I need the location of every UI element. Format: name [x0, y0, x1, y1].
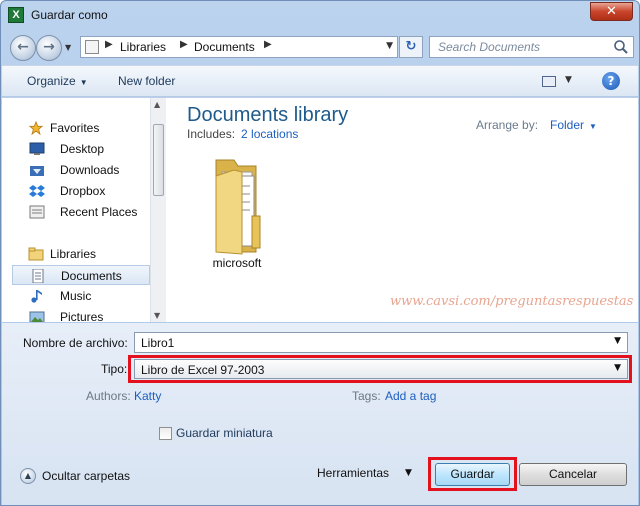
search-placeholder: Search Documents — [438, 40, 541, 54]
nav-item-label: Music — [60, 289, 92, 303]
library-includes: Includes: 2 locations — [187, 127, 298, 141]
excel-icon: X — [8, 7, 24, 23]
star-icon — [28, 121, 44, 135]
window-title: Guardar como — [31, 8, 108, 22]
library-title: Documents library — [187, 104, 349, 126]
music-icon — [31, 290, 42, 303]
tags-label: Tags: — [352, 389, 381, 403]
downloads-icon — [30, 166, 44, 176]
recent-places-icon — [29, 205, 45, 219]
chevron-right-icon[interactable]: ▶ — [105, 39, 113, 50]
tools-dropdown-icon[interactable]: ▼ — [405, 468, 412, 478]
nav-item-documents[interactable]: Documents — [12, 265, 150, 285]
view-dropdown-icon[interactable]: ▼ — [565, 75, 572, 85]
command-toolbar: Organize ▼ New folder ▼ ? — [2, 65, 638, 97]
nav-libraries[interactable]: Libraries — [12, 244, 150, 264]
pictures-icon — [29, 311, 45, 322]
libraries-icon — [28, 247, 44, 261]
filename-dropdown-icon[interactable]: ▼ — [614, 336, 621, 346]
authors-value[interactable]: Katty — [134, 389, 161, 403]
forward-button[interactable]: → — [36, 35, 62, 61]
navigation-pane: Favorites Desktop Downloads Dropbox Rece… — [2, 98, 166, 322]
desktop-icon — [29, 142, 45, 155]
nav-favorites-label: Favorites — [50, 121, 100, 135]
scroll-down-icon[interactable]: ▼ — [154, 311, 160, 320]
breadcrumb-libraries[interactable]: Libraries — [120, 40, 166, 54]
nav-item-label: Documents — [61, 269, 122, 283]
search-input[interactable]: Search Documents — [429, 36, 634, 58]
library-icon — [85, 40, 99, 54]
recent-pages-dropdown[interactable]: ▼ — [65, 43, 71, 52]
nav-scrollbar[interactable]: ▲ ▼ — [150, 98, 166, 322]
folder-icon — [215, 159, 261, 255]
nav-libraries-label: Libraries — [50, 247, 97, 261]
change-view-icon[interactable] — [542, 76, 556, 87]
arrange-by-dropdown[interactable]: Folder ▼ — [550, 118, 597, 132]
save-thumbnail-label[interactable]: Guardar miniatura — [176, 426, 273, 440]
breadcrumb-documents[interactable]: Documents — [194, 40, 255, 54]
back-button[interactable]: ← — [10, 35, 36, 61]
documents-icon — [32, 269, 44, 283]
save-form: Nombre de archivo: Libro1 ▼ Tipo: Libro … — [2, 323, 638, 505]
address-dropdown-icon[interactable]: ▼ — [386, 41, 393, 51]
save-as-dialog: X Guardar como ✕ ← → ▼ ▶ Libraries ▶ Doc… — [0, 0, 640, 506]
new-folder-button[interactable]: New folder — [118, 74, 175, 88]
watermark: www.cavsi.com/preguntasrespuestas — [390, 294, 634, 309]
file-list-pane: Documents library Includes: 2 locations A… — [170, 98, 638, 322]
dropbox-icon — [29, 185, 45, 197]
includes-locations-link[interactable]: 2 locations — [241, 127, 298, 141]
filename-label: Nombre de archivo: — [23, 336, 128, 350]
folder-item[interactable]: microsoft — [194, 156, 280, 270]
caret-down-icon: ▼ — [589, 122, 597, 131]
nav-item-dropbox[interactable]: Dropbox — [12, 181, 150, 201]
nav-item-label: Downloads — [60, 163, 120, 177]
content-area: Favorites Desktop Downloads Dropbox Rece… — [2, 98, 638, 322]
scrollbar-thumb[interactable] — [153, 124, 164, 196]
tags-input[interactable]: Add a tag — [385, 389, 436, 403]
includes-label: Includes: — [187, 127, 236, 141]
nav-item-desktop[interactable]: Desktop — [12, 139, 150, 159]
nav-item-pictures[interactable]: Pictures — [12, 307, 150, 322]
scroll-up-icon[interactable]: ▲ — [154, 100, 160, 109]
type-value: Libro de Excel 97-2003 — [141, 363, 265, 377]
arrange-by-value: Folder — [550, 118, 585, 132]
search-icon[interactable] — [613, 39, 629, 55]
tools-button[interactable]: Herramientas — [317, 466, 389, 480]
hide-folders-icon[interactable]: ▲ — [20, 468, 36, 484]
type-label: Tipo: — [101, 362, 128, 376]
chevron-right-icon[interactable]: ▶ — [264, 39, 272, 50]
close-button[interactable]: ✕ — [590, 2, 633, 21]
arrange-by-label: Arrange by: — [476, 118, 539, 132]
nav-item-label: Dropbox — [60, 184, 106, 198]
nav-favorites[interactable]: Favorites — [12, 118, 150, 138]
hide-folders-button[interactable]: Ocultar carpetas — [42, 469, 130, 483]
caret-down-icon: ▼ — [79, 78, 88, 87]
address-bar[interactable]: ▶ Libraries ▶ Documents ▶ ▼ — [80, 36, 398, 58]
nav-item-label: Pictures — [60, 310, 104, 322]
chevron-right-icon[interactable]: ▶ — [180, 39, 188, 50]
save-thumbnail-checkbox[interactable] — [159, 427, 172, 440]
nav-item-downloads[interactable]: Downloads — [12, 160, 150, 180]
type-dropdown-icon[interactable]: ▼ — [614, 363, 621, 373]
folder-name: microsoft — [212, 256, 262, 270]
help-icon[interactable]: ? — [602, 72, 620, 90]
cancel-button[interactable]: Cancelar — [519, 463, 627, 486]
refresh-button[interactable]: ↻ — [399, 36, 423, 58]
title-bar: X Guardar como ✕ — [1, 1, 639, 31]
nav-item-music[interactable]: Music — [12, 286, 150, 306]
type-select[interactable]: Libro de Excel 97-2003 ▼ — [134, 359, 628, 379]
authors-label: Authors: — [86, 389, 131, 403]
organize-label: Organize — [27, 74, 76, 88]
filename-value: Libro1 — [141, 336, 175, 350]
nav-item-recent-places[interactable]: Recent Places — [12, 202, 150, 222]
nav-item-label: Desktop — [60, 142, 105, 156]
filename-input[interactable]: Libro1 ▼ — [134, 332, 628, 353]
save-button[interactable]: Guardar — [435, 463, 510, 486]
address-row: ← → ▼ ▶ Libraries ▶ Documents ▶ ▼ ↻ Sear… — [8, 33, 634, 61]
nav-item-label: Recent Places — [60, 205, 138, 219]
organize-button[interactable]: Organize ▼ — [27, 74, 88, 88]
